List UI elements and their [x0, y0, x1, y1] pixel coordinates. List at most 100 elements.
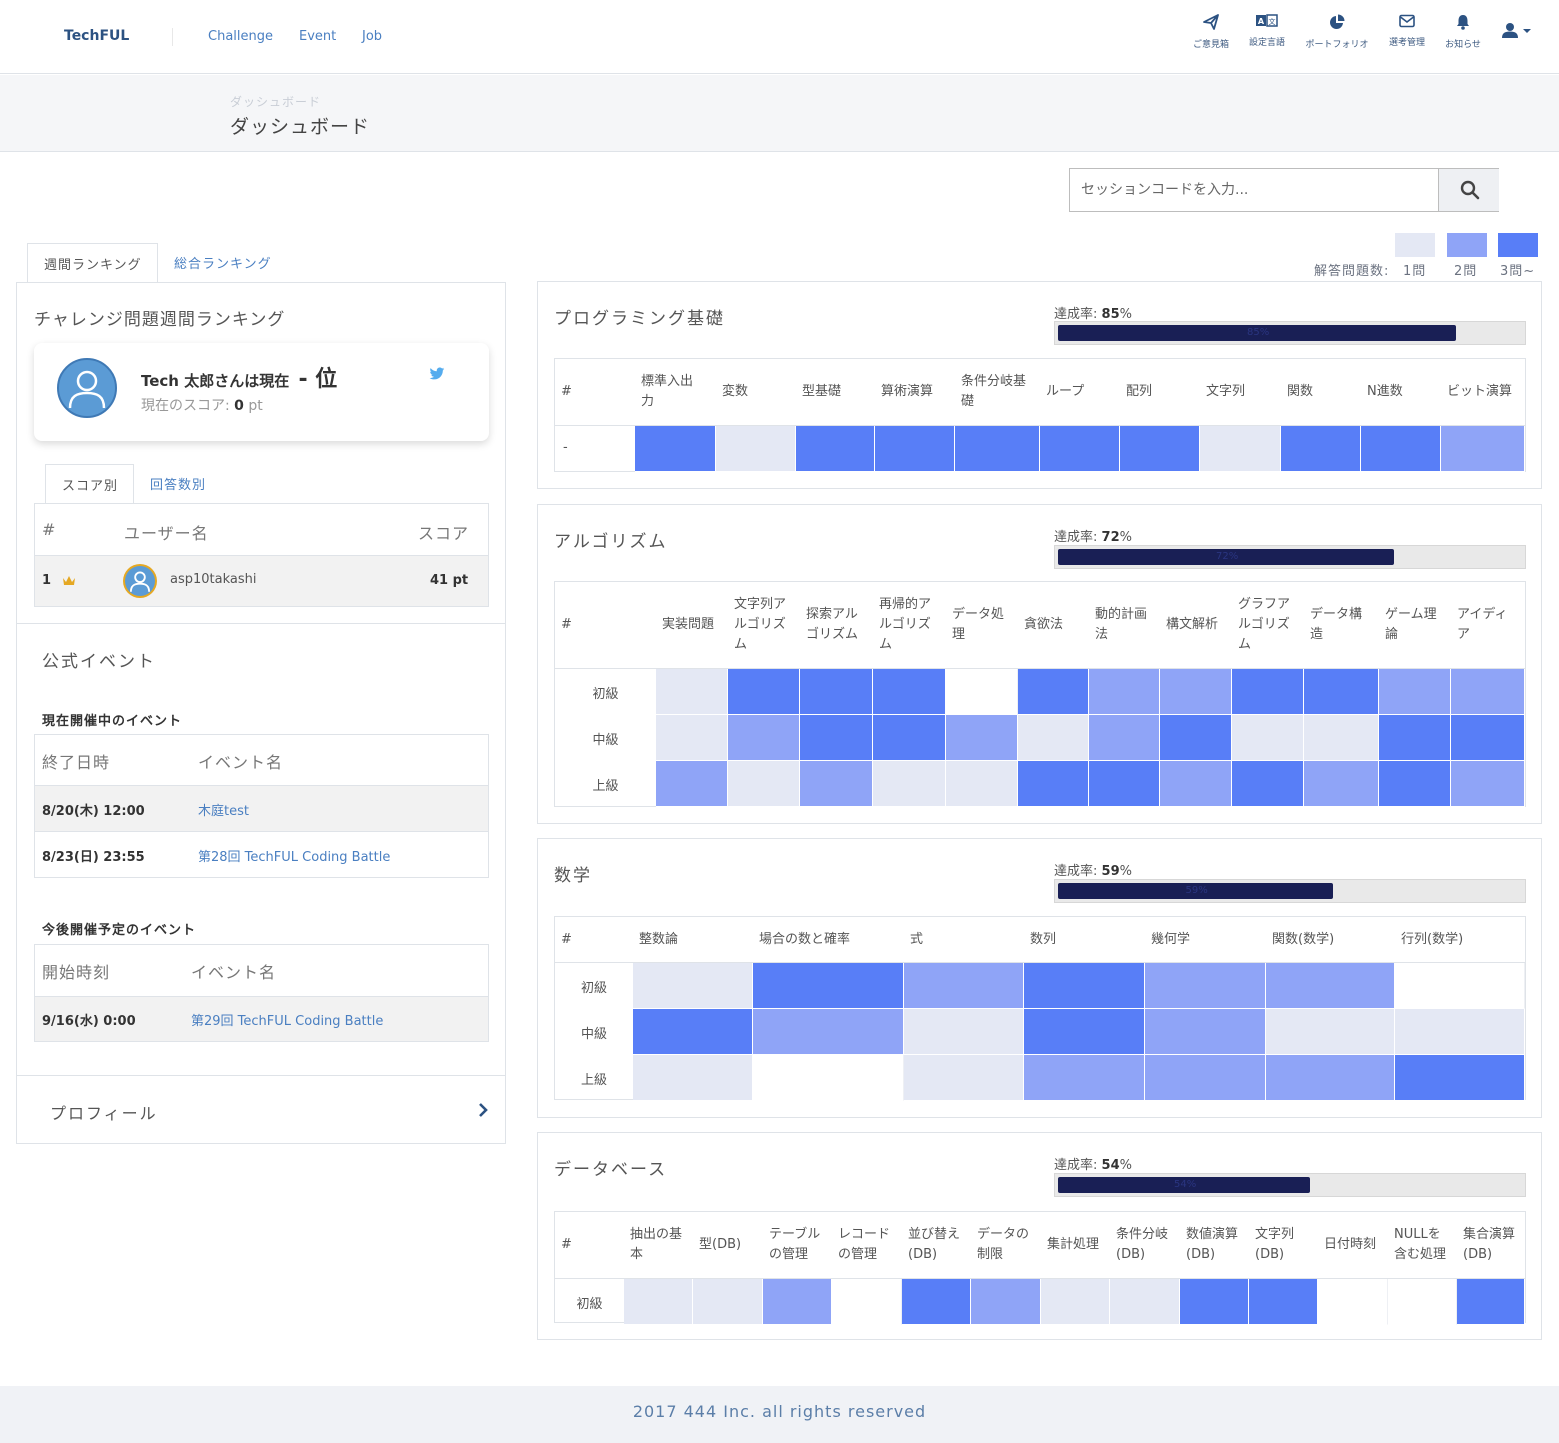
- skill-cell[interactable]: [1379, 761, 1451, 807]
- skill-cell[interactable]: [1041, 1279, 1110, 1325]
- skill-cell[interactable]: [1379, 715, 1451, 761]
- skill-cell[interactable]: [1318, 1279, 1388, 1325]
- tab-by-score[interactable]: スコア別: [45, 464, 134, 504]
- skill-cell[interactable]: [1145, 1009, 1266, 1055]
- skill-cell[interactable]: [635, 426, 716, 472]
- skill-cell[interactable]: [728, 761, 800, 807]
- skill-cell[interactable]: [902, 1279, 971, 1325]
- skill-cell[interactable]: [1304, 761, 1379, 807]
- skill-cell[interactable]: [1232, 715, 1304, 761]
- skill-cell[interactable]: [1441, 426, 1525, 472]
- skill-cell[interactable]: [1024, 963, 1145, 1009]
- user-menu-button[interactable]: [1498, 22, 1534, 40]
- event-link[interactable]: 第29回 TechFUL Coding Battle: [191, 1010, 383, 1029]
- skill-cell[interactable]: [1304, 669, 1379, 715]
- selection-button[interactable]: 選考管理: [1384, 14, 1430, 48]
- session-search-button[interactable]: [1438, 169, 1499, 211]
- notification-button[interactable]: お知らせ: [1440, 14, 1486, 50]
- event-link[interactable]: 木庭test: [198, 800, 249, 819]
- skill-cell[interactable]: [1089, 715, 1160, 761]
- skill-cell[interactable]: [1018, 669, 1089, 715]
- feedback-button[interactable]: ご意見箱: [1188, 14, 1234, 50]
- skill-cell[interactable]: [904, 1009, 1024, 1055]
- skill-cell[interactable]: [1451, 715, 1525, 761]
- skill-cell[interactable]: [1304, 715, 1379, 761]
- skill-cell[interactable]: [1379, 669, 1451, 715]
- skill-cell[interactable]: [728, 669, 800, 715]
- skill-cell[interactable]: [1018, 715, 1089, 761]
- row-username[interactable]: asp10takashi: [170, 572, 257, 587]
- twitter-icon[interactable]: [429, 367, 445, 381]
- skill-cell[interactable]: [1395, 1055, 1525, 1101]
- skill-cell[interactable]: [1145, 1055, 1266, 1101]
- skill-cell[interactable]: [1388, 1279, 1457, 1325]
- skill-cell[interactable]: [1160, 715, 1232, 761]
- skill-cell[interactable]: [753, 1009, 904, 1055]
- skill-cell[interactable]: [946, 669, 1018, 715]
- skill-cell[interactable]: [1232, 669, 1304, 715]
- skill-cell[interactable]: [656, 669, 728, 715]
- skill-cell[interactable]: [1266, 1055, 1395, 1101]
- skill-cell[interactable]: [1457, 1279, 1525, 1325]
- skill-cell[interactable]: [1451, 761, 1525, 807]
- skill-cell[interactable]: [1018, 761, 1089, 807]
- skill-cell[interactable]: [1024, 1009, 1145, 1055]
- skill-cell[interactable]: [873, 669, 946, 715]
- skill-cell[interactable]: [753, 1055, 904, 1101]
- skill-cell[interactable]: [800, 761, 873, 807]
- skill-cell[interactable]: [633, 963, 753, 1009]
- skill-cell[interactable]: [633, 1009, 753, 1055]
- skill-cell[interactable]: [946, 715, 1018, 761]
- skill-cell[interactable]: [1451, 669, 1525, 715]
- skill-cell[interactable]: [656, 761, 728, 807]
- skill-cell[interactable]: [1395, 963, 1525, 1009]
- skill-cell[interactable]: [1180, 1279, 1249, 1325]
- skill-cell[interactable]: [1249, 1279, 1318, 1325]
- skill-cell[interactable]: [1089, 669, 1160, 715]
- profile-link[interactable]: プロフィール: [17, 1075, 505, 1145]
- table-row[interactable]: 1 asp10takashi 41 pt: [35, 556, 488, 606]
- skill-cell[interactable]: [904, 1055, 1024, 1101]
- skill-cell[interactable]: [875, 426, 955, 472]
- skill-cell[interactable]: [1120, 426, 1200, 472]
- skill-cell[interactable]: [904, 963, 1024, 1009]
- skill-cell[interactable]: [955, 426, 1040, 472]
- skill-cell[interactable]: [1040, 426, 1120, 472]
- skill-cell[interactable]: [716, 426, 796, 472]
- skill-cell[interactable]: [873, 761, 946, 807]
- skill-cell[interactable]: [1089, 761, 1160, 807]
- skill-cell[interactable]: [1281, 426, 1361, 472]
- skill-cell[interactable]: [1232, 761, 1304, 807]
- skill-cell[interactable]: [800, 669, 873, 715]
- skill-cell[interactable]: [873, 715, 946, 761]
- skill-cell[interactable]: [656, 715, 728, 761]
- skill-cell[interactable]: [693, 1279, 763, 1325]
- skill-cell[interactable]: [1110, 1279, 1180, 1325]
- skill-cell[interactable]: [1266, 963, 1395, 1009]
- portfolio-button[interactable]: ポートフォリオ: [1300, 14, 1374, 50]
- skill-cell[interactable]: [1160, 669, 1232, 715]
- skill-cell[interactable]: [1145, 963, 1266, 1009]
- skill-cell[interactable]: [946, 761, 1018, 807]
- skill-cell[interactable]: [1395, 1009, 1525, 1055]
- skill-cell[interactable]: [633, 1055, 753, 1101]
- skill-cell[interactable]: [1024, 1055, 1145, 1101]
- skill-cell[interactable]: [763, 1279, 832, 1325]
- event-link[interactable]: 第28回 TechFUL Coding Battle: [198, 846, 390, 865]
- skill-cell[interactable]: [800, 715, 873, 761]
- skill-cell[interactable]: [1200, 426, 1281, 472]
- skill-cell[interactable]: [1160, 761, 1232, 807]
- skill-cell[interactable]: [971, 1279, 1041, 1325]
- tab-by-answers[interactable]: 回答数別: [134, 464, 222, 504]
- skill-cell[interactable]: [728, 715, 800, 761]
- skill-cell[interactable]: [753, 963, 904, 1009]
- language-button[interactable]: A文 設定言語: [1244, 14, 1290, 48]
- tab-overall-ranking[interactable]: 総合ランキング: [158, 243, 288, 283]
- skill-cell[interactable]: [624, 1279, 693, 1325]
- skill-cell[interactable]: [1266, 1009, 1395, 1055]
- tab-weekly-ranking[interactable]: 週間ランキング: [27, 243, 158, 283]
- session-code-input[interactable]: セッションコードを入力...: [1070, 169, 1438, 211]
- skill-cell[interactable]: [1361, 426, 1441, 472]
- breadcrumb[interactable]: ダッシュボード: [230, 93, 321, 110]
- skill-cell[interactable]: [832, 1279, 902, 1325]
